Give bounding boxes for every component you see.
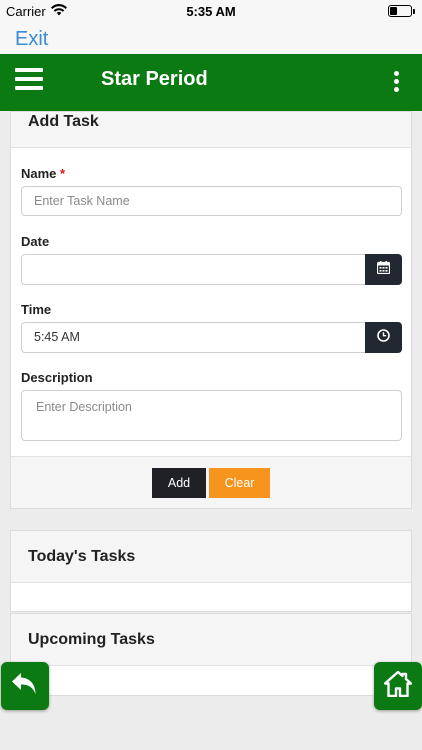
name-label-text: Name	[21, 166, 57, 181]
menu-icon[interactable]	[15, 68, 43, 90]
more-vertical-icon[interactable]	[394, 71, 400, 93]
todays-tasks-header: Today's Tasks	[11, 531, 411, 583]
todays-tasks-title: Today's Tasks	[28, 548, 136, 565]
battery-icon	[388, 5, 415, 17]
task-name-input[interactable]: Enter Task Name	[21, 186, 402, 216]
description-placeholder: Enter Description	[36, 400, 132, 414]
app-header: Star Period	[0, 54, 422, 111]
status-time: 5:35 AM	[186, 4, 236, 19]
home-button[interactable]	[374, 662, 422, 710]
add-task-card: Add Task Name * Enter Task Name Date Tim…	[10, 111, 412, 509]
status-bar: Carrier 5:35 AM	[0, 0, 422, 22]
add-button[interactable]: Add	[152, 468, 206, 498]
home-icon	[383, 670, 413, 702]
clear-button[interactable]: Clear	[209, 468, 270, 498]
add-task-title: Add Task	[28, 113, 99, 130]
exit-link[interactable]: Exit	[15, 28, 48, 51]
time-input-group: 5:45 AM	[21, 322, 402, 353]
back-arrow-icon	[10, 671, 40, 702]
add-task-footer: Add Clear	[11, 456, 411, 508]
clock-button[interactable]	[365, 322, 402, 353]
calendar-icon	[376, 260, 391, 279]
date-label: Date	[21, 234, 50, 249]
required-mark: *	[60, 166, 66, 181]
task-name-placeholder: Enter Task Name	[34, 194, 130, 208]
time-label: Time	[21, 302, 52, 317]
name-label: Name *	[21, 166, 65, 181]
back-button[interactable]	[1, 662, 49, 710]
upcoming-tasks-title: Upcoming Tasks	[28, 631, 155, 648]
page-title: Star Period	[101, 68, 208, 90]
upcoming-tasks-card: Upcoming Tasks	[10, 613, 412, 696]
calendar-button[interactable]	[365, 254, 402, 285]
add-task-header: Add Task	[11, 112, 411, 148]
description-input[interactable]: Enter Description	[21, 390, 402, 441]
clock-icon	[377, 328, 390, 347]
todays-tasks-card: Today's Tasks	[10, 530, 412, 612]
upcoming-tasks-header: Upcoming Tasks	[11, 614, 411, 666]
description-label: Description	[21, 370, 93, 385]
time-input[interactable]: 5:45 AM	[21, 322, 365, 353]
date-input[interactable]	[21, 254, 365, 285]
top-nav-bar: Exit	[0, 22, 422, 54]
date-input-group	[21, 254, 402, 285]
